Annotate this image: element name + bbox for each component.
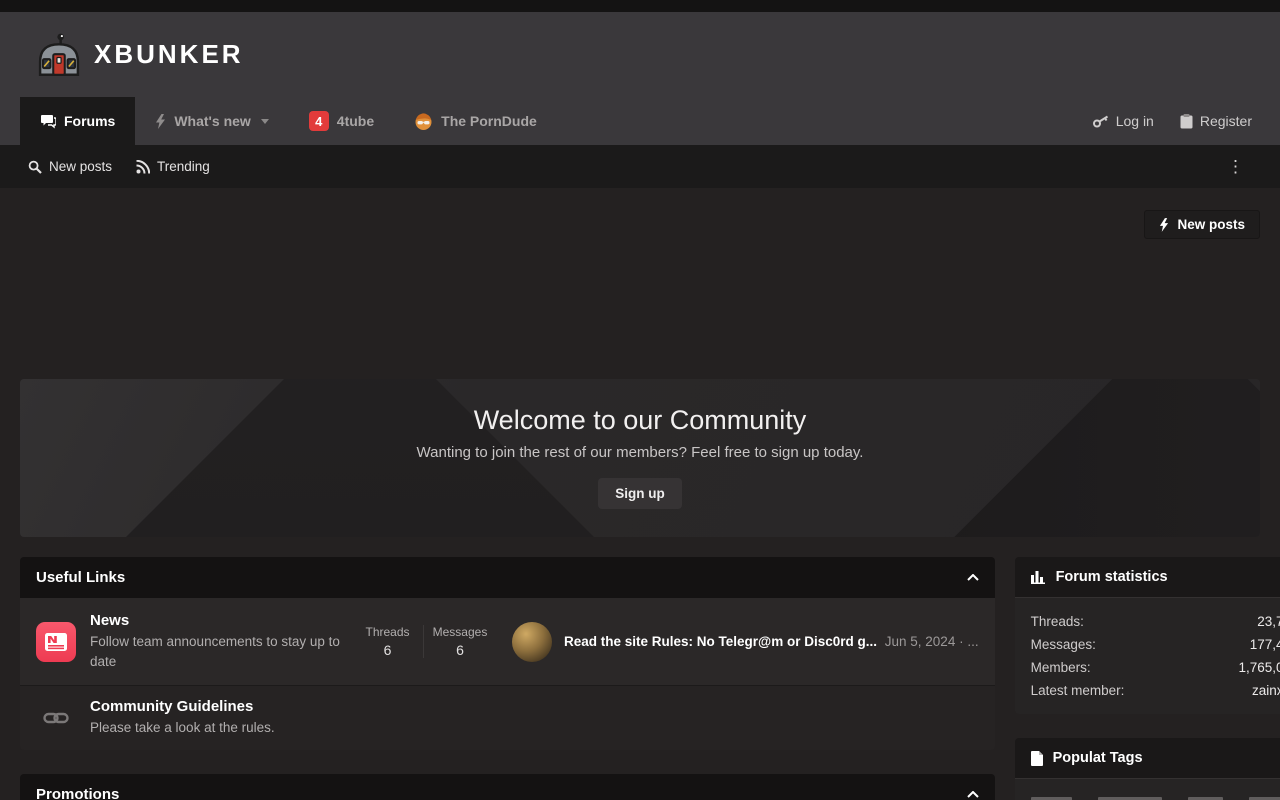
latest-thread-title[interactable]: Read the site Rules: No Telegr@m or Disc…: [564, 634, 877, 649]
tab-porndude[interactable]: The PornDude: [394, 97, 557, 145]
forums-icon: [40, 114, 56, 129]
node-title-guidelines[interactable]: Community Guidelines: [90, 698, 275, 715]
register-link[interactable]: Register: [1180, 113, 1252, 129]
new-posts-button[interactable]: New posts: [1144, 210, 1260, 239]
stat-label: Members:: [1031, 656, 1091, 679]
subnav-label: Trending: [157, 159, 210, 174]
key-icon: [1093, 115, 1109, 128]
forum-statistics-header: Forum statistics: [1015, 557, 1280, 598]
latest-thread-meta: Jun 5, 2024 · ...: [885, 634, 979, 649]
popular-tags-block: Populat Tags: [1015, 738, 1280, 800]
forum-statistics-body: Threads: 23,772 Messages: 177,494 Member…: [1015, 598, 1280, 714]
top-strip: [0, 0, 1280, 12]
block-title: Promotions: [36, 786, 119, 800]
tab-label: The PornDude: [441, 113, 537, 129]
stat-row-members: Members: 1,765,086: [1031, 656, 1280, 679]
lightning-icon: [1159, 218, 1169, 232]
forum-list-column: Useful Links: [20, 557, 995, 800]
stat-row-messages: Messages: 177,494: [1031, 633, 1280, 656]
stat-label: Messages:: [1031, 633, 1096, 656]
useful-links-block: Useful Links: [20, 557, 995, 750]
register-label: Register: [1200, 113, 1252, 129]
node-description: Please take a look at the rules.: [90, 718, 275, 738]
new-posts-button-label: New posts: [1177, 217, 1245, 232]
link-icon: [36, 698, 76, 738]
sidebar: Forum statistics Threads: 23,772 Message…: [1015, 557, 1280, 800]
popular-tags-header: Populat Tags: [1015, 738, 1280, 779]
tab-whats-new[interactable]: What's new: [135, 97, 288, 145]
stat-value-latest-member[interactable]: zainx17: [1252, 679, 1280, 702]
block-title: Populat Tags: [1053, 750, 1143, 766]
tab-label: Forums: [64, 113, 115, 129]
threads-count: 6: [352, 642, 423, 658]
site-logo[interactable]: XBUNKER: [34, 32, 244, 78]
stat-value: 177,494: [1250, 633, 1280, 656]
promotions-block: Promotions: [20, 774, 995, 800]
news-icon[interactable]: [36, 622, 76, 662]
chevron-up-icon[interactable]: [967, 791, 979, 798]
popular-tags-body: [1015, 779, 1280, 800]
brand-name: XBUNKER: [94, 39, 244, 70]
subnav-label: New posts: [49, 159, 112, 174]
messages-label: Messages: [424, 625, 496, 639]
rss-icon: [136, 160, 150, 174]
forum-node-news: News Follow team announcements to stay u…: [20, 598, 995, 685]
stat-label: Threads:: [1031, 610, 1084, 633]
login-label: Log in: [1116, 113, 1154, 129]
welcome-banner: Welcome to our Community Wanting to join…: [20, 379, 1260, 537]
tab-label: What's new: [174, 113, 250, 129]
main-nav: Forums What's new 4 4tube The PornDude: [0, 97, 1280, 145]
stat-label: Latest member:: [1031, 679, 1125, 702]
messages-count: 6: [424, 642, 496, 658]
stat-row-latest-member: Latest member: zainx17: [1031, 679, 1280, 702]
chevron-down-icon: [261, 119, 269, 124]
file-icon: [1031, 751, 1043, 766]
promotions-header[interactable]: Promotions: [20, 774, 995, 800]
welcome-title: Welcome to our Community: [20, 405, 1260, 436]
sign-up-button[interactable]: Sign up: [598, 478, 682, 509]
avatar[interactable]: [512, 622, 552, 662]
stat-value: 1,765,086: [1239, 656, 1280, 679]
porndude-icon: [414, 112, 433, 131]
forum-statistics-block: Forum statistics Threads: 23,772 Message…: [1015, 557, 1280, 714]
block-title: Useful Links: [36, 569, 125, 586]
search-icon: [28, 160, 42, 174]
block-title: Forum statistics: [1056, 569, 1168, 585]
clipboard-icon: [1180, 114, 1193, 129]
4tube-icon: 4: [309, 111, 329, 131]
threads-label: Threads: [352, 625, 423, 639]
lightning-icon: [155, 114, 166, 129]
subnav-trending[interactable]: Trending: [136, 159, 210, 174]
secondary-nav: New posts Trending ⋮: [0, 145, 1280, 188]
welcome-subtitle: Wanting to join the rest of our members?…: [20, 444, 1260, 461]
main-content: New posts Welcome to our Community Wanti…: [0, 210, 1280, 800]
stat-value: 23,772: [1257, 610, 1280, 633]
node-title-news[interactable]: News: [90, 612, 346, 629]
node-description: Follow team announcements to stay up to …: [90, 632, 346, 671]
tab-label: 4tube: [337, 113, 374, 129]
tab-forums[interactable]: Forums: [20, 97, 135, 145]
tab-4tube[interactable]: 4 4tube: [289, 97, 394, 145]
overflow-menu-icon[interactable]: ⋮: [1219, 154, 1252, 179]
stat-row-threads: Threads: 23,772: [1031, 610, 1280, 633]
bar-chart-icon: [1031, 570, 1046, 584]
forum-node-guidelines: Community Guidelines Please take a look …: [20, 685, 995, 750]
actions-row: New posts: [20, 210, 1260, 239]
latest-thread: Read the site Rules: No Telegr@m or Disc…: [564, 634, 979, 649]
subnav-new-posts[interactable]: New posts: [28, 159, 112, 174]
node-meta: Threads 6 Messages 6: [352, 625, 496, 658]
site-header: XBUNKER: [0, 12, 1280, 97]
login-link[interactable]: Log in: [1093, 113, 1154, 129]
useful-links-header[interactable]: Useful Links: [20, 557, 995, 598]
chevron-up-icon[interactable]: [967, 574, 979, 581]
auth-links: Log in Register: [1093, 97, 1252, 145]
bunker-logo-icon: [34, 32, 84, 78]
